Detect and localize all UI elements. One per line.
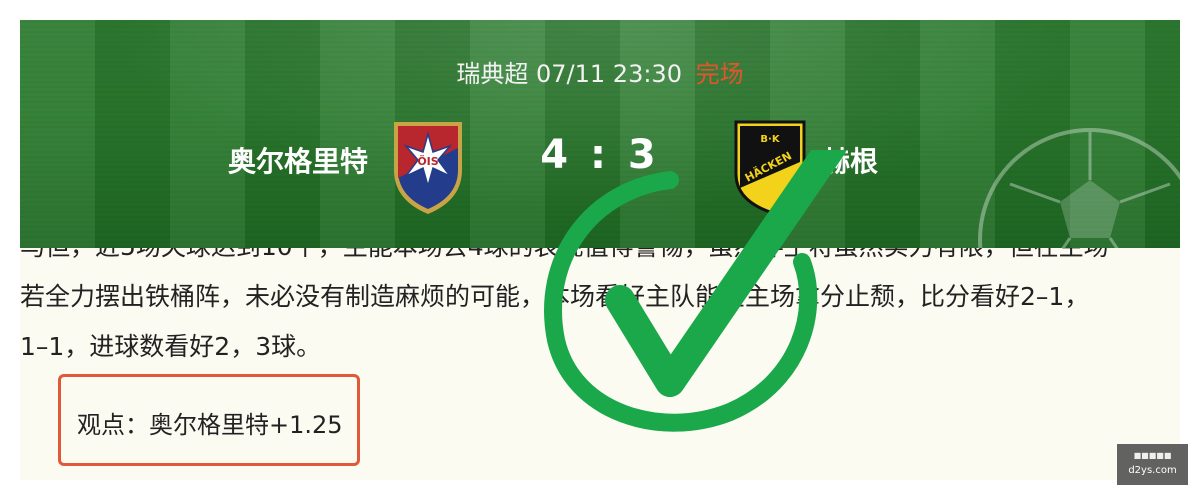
match-score: 4 : 3 <box>540 132 660 178</box>
opinion-box: 观点：奥尔格里特+1.25 <box>58 374 360 466</box>
match-datetime: 07/11 23:30 <box>536 60 682 88</box>
site-watermark: ■■■■■ d2ys.com <box>1117 444 1188 485</box>
match-info: 瑞典超 07/11 23:30 完场 <box>20 54 1180 89</box>
away-team-name[interactable]: 赫根 <box>822 140 878 180</box>
soccer-ball-icon <box>978 128 1180 248</box>
watermark-site-text: d2ys.com <box>1128 465 1177 476</box>
match-status: 完场 <box>695 60 744 88</box>
article-line-partial: 马但，近5场失球达到10个，主能本场去4球的表现值得警惕，虽然伴生将虽然实力有限… <box>20 248 1180 272</box>
article-line: 1–1，进球数看好2，3球。 <box>20 332 322 361</box>
away-team-logo[interactable]: B·K HÄCKEN <box>732 118 808 214</box>
match-banner: 瑞典超 07/11 23:30 完场 奥尔格里特 ÖIS 4 : 3 B·K H… <box>20 20 1180 248</box>
opinion-text: 观点：奥尔格里特+1.25 <box>77 411 343 439</box>
away-logo-top-text: B·K <box>760 134 780 145</box>
league-name: 瑞典超 <box>456 60 529 88</box>
watermark-top-text: ■■■■■ <box>1133 451 1172 460</box>
article-line: 若全力摆出铁桶阵，未必没有制造麻烦的可能，本场看好主队能在主场拿分止颓，比分看好… <box>20 282 1090 311</box>
